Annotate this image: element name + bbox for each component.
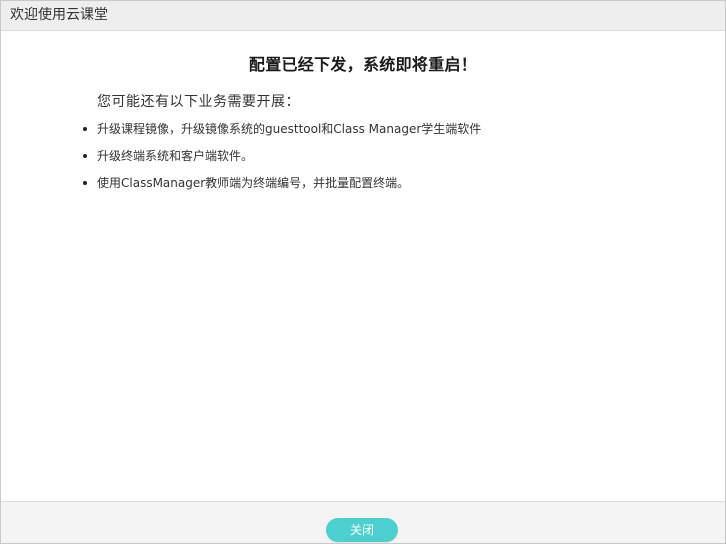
followup-intro-text: 您可能还有以下业务需要开展： <box>97 94 300 110</box>
dialog-titlebar: 欢迎使用云课堂 <box>1 1 725 31</box>
dialog-title: 欢迎使用云课堂 <box>10 7 108 23</box>
close-button[interactable]: 关闭 <box>326 518 398 542</box>
followup-task-list: 升级课程镜像，升级镜像系统的guesttool和Class Manager学生端… <box>83 120 482 201</box>
welcome-dialog: 欢迎使用云课堂 配置已经下发，系统即将重启！ 您可能还有以下业务需要开展： 升级… <box>0 0 726 544</box>
list-item-text: 使用ClassManager教师端为终端编号，并批量配置终端。 <box>97 176 410 190</box>
list-item-text: 升级终端系统和客户端软件。 <box>97 149 254 163</box>
config-status-heading: 配置已经下发，系统即将重启！ <box>248 55 478 74</box>
bullet-icon <box>83 154 87 158</box>
list-item: 使用ClassManager教师端为终端编号，并批量配置终端。 <box>83 174 481 192</box>
list-item: 升级终端系统和客户端软件。 <box>83 147 481 165</box>
list-item-text: 升级课程镜像，升级镜像系统的guesttool和Class Manager学生端… <box>97 122 482 136</box>
dialog-content: 配置已经下发，系统即将重启！ 您可能还有以下业务需要开展： 升级课程镜像，升级镜… <box>1 31 725 501</box>
list-item: 升级课程镜像，升级镜像系统的guesttool和Class Manager学生端… <box>83 120 482 138</box>
bullet-icon <box>83 127 87 131</box>
dialog-footer: 关闭 <box>1 501 725 543</box>
bullet-icon <box>83 181 87 185</box>
